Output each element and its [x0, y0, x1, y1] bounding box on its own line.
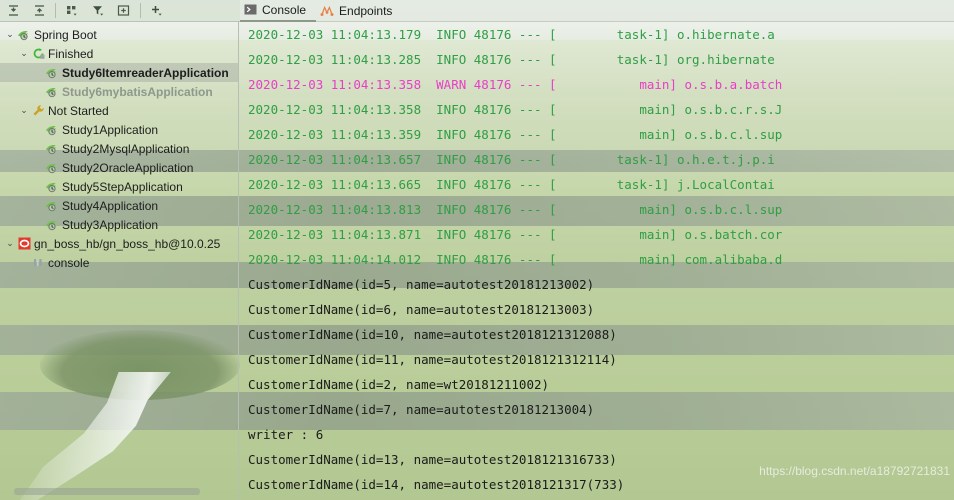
toolbar-separator — [140, 3, 141, 18]
spring-run-icon — [44, 85, 60, 98]
console-line: CustomerIdName(id=13, name=autotest20181… — [248, 452, 617, 467]
finished-icon — [30, 47, 46, 60]
spring-run-icon — [44, 123, 60, 136]
console-line: 2020-12-03 11:04:13.285 INFO 48176 --- [… — [248, 52, 775, 67]
chevron-down-icon[interactable]: ⌄ — [18, 48, 30, 59]
tree-item-study6mybatisapplication[interactable]: Study6mybatisApplication — [0, 82, 238, 101]
tree-item-label: Study6ItemreaderApplication — [62, 65, 229, 80]
console-line: 2020-12-03 11:04:13.359 INFO 48176 --- [… — [248, 127, 783, 142]
tree-item-finished[interactable]: ⌄ Finished — [0, 44, 238, 63]
console-line: CustomerIdName(id=6, name=autotest201812… — [248, 302, 595, 317]
console-line: 2020-12-03 11:04:13.813 INFO 48176 --- [… — [248, 202, 783, 217]
console-line: CustomerIdName(id=14, name=autotest20181… — [248, 477, 625, 492]
wrench-icon — [30, 104, 46, 117]
spring-run-icon — [44, 161, 60, 174]
console-line: 2020-12-03 11:04:13.657 INFO 48176 --- [… — [248, 152, 775, 167]
tab-console[interactable]: Console — [240, 0, 317, 22]
console-line: CustomerIdName(id=10, name=autotest20181… — [248, 327, 617, 342]
ide-run-dashboard: Console Endpoints ⌄ Spring Boot ⌄ Finished S… — [0, 0, 954, 500]
run-dashboard-tree[interactable]: ⌄ Spring Boot ⌄ Finished Study6ItemreaderApp… — [0, 22, 239, 500]
tab-console-label: Console — [262, 2, 307, 17]
console-icon — [244, 3, 257, 16]
console-line: CustomerIdName(id=2, name=wt20181211002) — [248, 377, 550, 392]
spring-boot-icon — [16, 28, 32, 41]
tree-item-study5stepapplication[interactable]: Study5StepApplication — [0, 177, 238, 196]
tree-item-label: Study4Application — [62, 198, 159, 213]
add-icon[interactable] — [144, 1, 170, 21]
sidebar-horizontal-scrollbar[interactable] — [14, 488, 200, 495]
tree-root: ⌄ Spring Boot ⌄ Finished Study6ItemreaderApp… — [0, 22, 238, 272]
toolbar-separator — [55, 3, 56, 18]
chevron-down-icon[interactable]: ⌄ — [4, 29, 16, 40]
console-small-icon — [30, 256, 46, 269]
expand-all-icon[interactable] — [0, 1, 26, 21]
tree-item-study1application[interactable]: Study1Application — [0, 120, 238, 139]
console-line: CustomerIdName(id=5, name=autotest201812… — [248, 277, 595, 292]
console-line: writer : 6 — [248, 427, 324, 442]
filter-icon[interactable] — [85, 1, 111, 21]
stop-icon — [16, 237, 32, 250]
run-dashboard-toolbar — [0, 0, 240, 22]
console-line: 2020-12-03 11:04:14.012 INFO 48176 --- [… — [248, 252, 783, 267]
console-output[interactable]: 2020-12-03 11:04:13.179 INFO 48176 --- [… — [240, 22, 954, 500]
tree-item-label: Study2OracleApplication — [62, 160, 194, 175]
tree-item-label: Study5StepApplication — [62, 179, 183, 194]
console-line: 2020-12-03 11:04:13.179 INFO 48176 --- [… — [248, 27, 775, 42]
tab-endpoints[interactable]: Endpoints — [316, 0, 402, 22]
console-line: 2020-12-03 11:04:13.358 INFO 48176 --- [… — [248, 102, 783, 117]
group-by-icon[interactable] — [59, 1, 85, 21]
collapse-all-icon[interactable] — [26, 1, 52, 21]
tree-item-study2mysqlapplication[interactable]: Study2MysqlApplication — [0, 139, 238, 158]
add-tab-icon[interactable] — [111, 1, 137, 21]
spring-run-icon — [44, 218, 60, 231]
tree-item-spring-boot[interactable]: ⌄ Spring Boot — [0, 25, 238, 44]
tree-item-label: Not Started — [48, 103, 109, 118]
tree-item-console[interactable]: console — [0, 253, 238, 272]
tree-item-gn-boss-hb-gn-boss-hb-10-0-25[interactable]: ⌄ gn_boss_hb/gn_boss_hb@10.0.25 — [0, 234, 238, 253]
chevron-down-icon[interactable]: ⌄ — [4, 238, 16, 249]
console-line: 2020-12-03 11:04:13.871 INFO 48176 --- [… — [248, 227, 783, 242]
console-line: CustomerIdName(id=7, name=autotest201812… — [248, 402, 595, 417]
tree-item-label: Spring Boot — [34, 27, 97, 42]
tree-item-not-started[interactable]: ⌄ Not Started — [0, 101, 238, 120]
tree-item-study3application[interactable]: Study3Application — [0, 215, 238, 234]
spring-run-icon — [44, 66, 60, 79]
tree-item-study2oracleapplication[interactable]: Study2OracleApplication — [0, 158, 238, 177]
spring-run-icon — [44, 142, 60, 155]
tree-item-label: gn_boss_hb/gn_boss_hb@10.0.25 — [34, 236, 221, 251]
tree-item-label: console — [48, 255, 90, 270]
console-tab-strip: Console Endpoints — [240, 0, 954, 22]
tree-item-label: Study6mybatisApplication — [62, 84, 213, 99]
tree-item-label: Finished — [48, 46, 94, 61]
tree-item-study4application[interactable]: Study4Application — [0, 196, 238, 215]
endpoints-icon — [320, 4, 334, 17]
chevron-down-icon[interactable]: ⌄ — [18, 105, 30, 116]
spring-run-icon — [44, 180, 60, 193]
tab-endpoints-label: Endpoints — [339, 3, 393, 18]
spring-run-icon — [44, 199, 60, 212]
tree-item-label: Study2MysqlApplication — [62, 141, 190, 156]
console-line: 2020-12-03 11:04:13.665 INFO 48176 --- [… — [248, 177, 775, 192]
tree-item-label: Study3Application — [62, 217, 159, 232]
console-line: 2020-12-03 11:04:13.358 WARN 48176 --- [… — [248, 77, 783, 92]
tree-item-study6itemreaderapplication[interactable]: Study6ItemreaderApplication — [0, 63, 238, 82]
tree-item-label: Study1Application — [62, 122, 159, 137]
console-line: CustomerIdName(id=11, name=autotest20181… — [248, 352, 617, 367]
